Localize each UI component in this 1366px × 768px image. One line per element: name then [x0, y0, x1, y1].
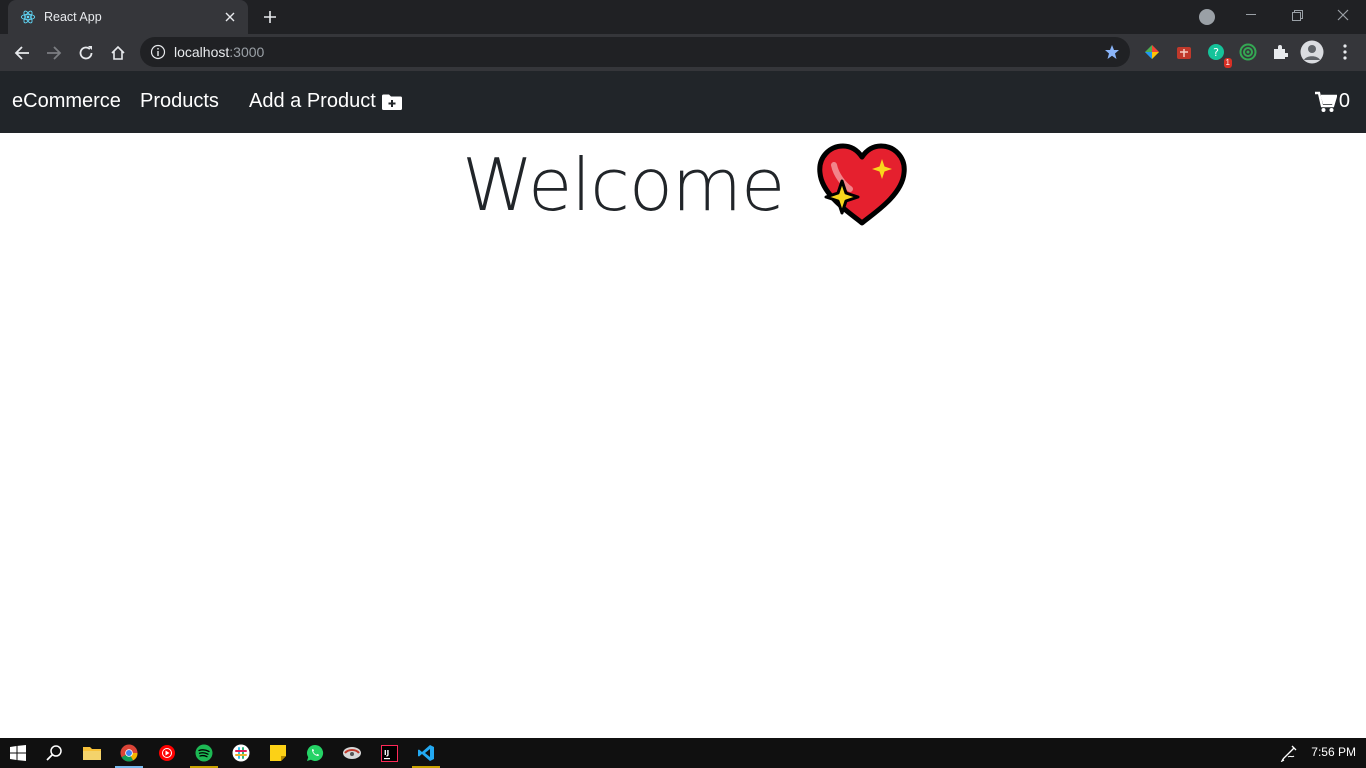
profile-avatar[interactable]: [1300, 40, 1324, 64]
taskbar-clock[interactable]: 7:56 PM: [1311, 745, 1356, 759]
search-icon[interactable]: [36, 738, 72, 768]
tab-title: React App: [44, 10, 102, 24]
close-window-icon[interactable]: [1332, 6, 1354, 24]
reload-icon[interactable]: [75, 42, 97, 64]
nav-products-label: Products: [140, 90, 219, 112]
slack-icon[interactable]: [223, 738, 259, 768]
browser-menu-icon[interactable]: [1335, 42, 1355, 62]
windows-taskbar: IJ 7:56 PM: [0, 738, 1366, 768]
extension-badge: 1: [1223, 58, 1232, 68]
spotify-icon[interactable]: [186, 738, 222, 768]
extensions-puzzle-icon[interactable]: [1270, 42, 1290, 62]
bookmark-star-icon[interactable]: [1104, 44, 1120, 60]
folder-plus-icon: [381, 94, 402, 110]
start-icon[interactable]: [0, 738, 36, 768]
app-navbar: eCommerce Products Add a Product 0: [0, 71, 1366, 133]
chrome-icon[interactable]: [111, 738, 147, 768]
svg-text:?: ?: [1213, 46, 1219, 59]
extension-colors-icon[interactable]: [1142, 42, 1162, 62]
minimize-icon[interactable]: [1240, 6, 1262, 24]
url-host: localhost: [174, 44, 230, 60]
url-port: :3000: [229, 44, 265, 60]
tab-search-icon[interactable]: [1199, 9, 1215, 25]
cart-icon: [1314, 91, 1337, 112]
sparkling-heart-icon: [817, 143, 907, 226]
nav-add-product-label: Add a Product: [249, 90, 376, 112]
welcome-heading: Welcome: [462, 143, 785, 227]
react-logo-icon: [20, 10, 36, 24]
intellij-icon[interactable]: IJ: [371, 738, 407, 768]
cart-count: 0: [1338, 90, 1350, 112]
vscode-icon[interactable]: [408, 738, 444, 768]
new-tab-button[interactable]: [260, 7, 280, 27]
home-icon[interactable]: [107, 42, 129, 64]
browser-toolbar: localhost:3000 ? 1: [0, 34, 1366, 71]
forward-icon[interactable]: [43, 42, 65, 64]
nav-products-link[interactable]: Products: [140, 90, 219, 113]
welcome-section: Welcome: [462, 143, 908, 227]
extension-target-icon[interactable]: [1238, 42, 1258, 62]
app-icon[interactable]: [334, 738, 370, 768]
cart-link[interactable]: 0: [1314, 90, 1350, 113]
site-info-icon[interactable]: [150, 44, 166, 60]
browser-tabstrip: React App: [0, 0, 1366, 34]
nav-add-product-link[interactable]: Add a Product: [249, 90, 402, 113]
svg-text:IJ: IJ: [384, 749, 389, 757]
extension-gift-icon[interactable]: [1174, 42, 1194, 62]
youtube-music-icon[interactable]: [149, 738, 185, 768]
back-icon[interactable]: [11, 42, 33, 64]
close-tab-icon[interactable]: [222, 9, 238, 25]
address-bar[interactable]: localhost:3000: [140, 37, 1130, 67]
main-content: Welcome: [0, 133, 1366, 738]
extension-grammar-icon[interactable]: ? 1: [1206, 42, 1232, 68]
restore-icon[interactable]: [1286, 6, 1308, 24]
browser-tab[interactable]: React App: [8, 0, 248, 34]
sticky-notes-icon[interactable]: [260, 738, 296, 768]
pen-workspace-icon[interactable]: [1280, 744, 1298, 762]
file-explorer-icon[interactable]: [74, 738, 110, 768]
brand-link[interactable]: eCommerce: [12, 90, 121, 113]
whatsapp-icon[interactable]: [297, 738, 333, 768]
